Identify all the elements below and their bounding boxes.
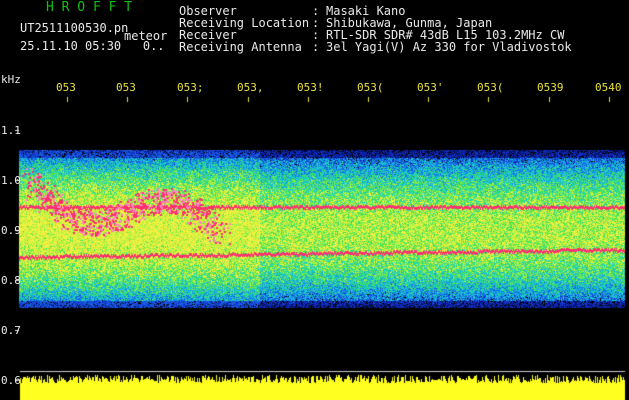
x-tick-label: 053( <box>477 81 504 94</box>
y-tick-label: 0.9 <box>1 224 21 237</box>
info-sep: : <box>312 40 327 54</box>
x-tick-label: 0539 <box>537 81 564 94</box>
x-tick-label: 053! <box>297 81 324 94</box>
info-antenna: Receiving Antenna: 3el Yagi(V) Az 330 fo… <box>179 40 572 54</box>
hrofft-screen: H R O F F T UT2511100530.pn meteor 25.11… <box>0 0 629 400</box>
x-tick-label: 053 <box>56 81 76 94</box>
x-tick-label: 053 <box>116 81 136 94</box>
datetime-value: 25.11.10 05:30 <box>20 39 122 53</box>
x-tick-label: 053' <box>417 81 444 94</box>
y-tick-label: 0.7 <box>1 324 21 337</box>
x-tick-label: 053, <box>237 81 264 94</box>
y-tick-label: 0.8 <box>1 274 21 287</box>
y-tick-label: 1.0 <box>1 174 21 187</box>
app-title: H R O F F T <box>46 0 133 15</box>
y-tick-label: 0.6 <box>1 374 21 387</box>
file-datetime: 25.11.10 05:30 0.. <box>20 40 165 52</box>
info-value: 3el Yagi(V) Az 330 for Vladivostok <box>326 40 572 54</box>
y-tick-label: 1.1 <box>1 124 21 137</box>
x-tick-label: 0540 <box>595 81 622 94</box>
file-name: UT2511100530.pn <box>20 21 129 35</box>
x-tick-label: 053( <box>357 81 384 94</box>
info-label: Receiving Antenna <box>179 40 302 54</box>
x-tick-label: 053; <box>177 81 204 94</box>
y-axis-unit: kHz <box>1 73 21 86</box>
spectrogram-canvas <box>0 0 629 400</box>
count-value: 0.. <box>142 39 165 53</box>
